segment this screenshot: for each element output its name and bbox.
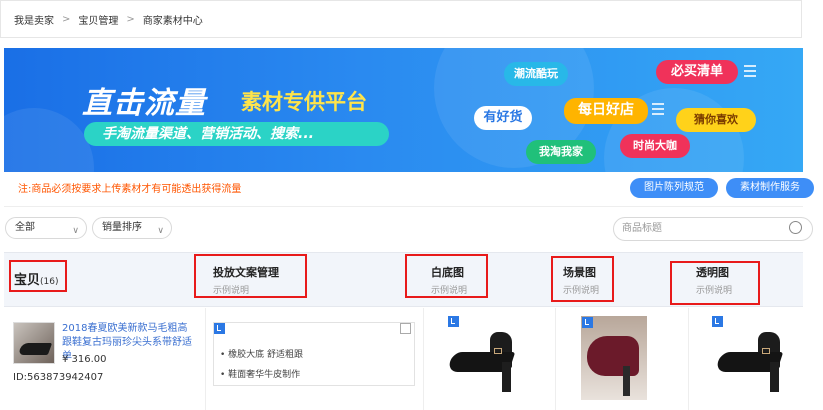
highlight-box (670, 261, 760, 305)
category-select-value: 全部 (15, 222, 35, 233)
highlight-box (194, 254, 307, 298)
banner-tag: 时尚大咖 (620, 134, 690, 158)
breadcrumb-separator: > (62, 13, 71, 25)
scene-image[interactable] (581, 316, 647, 400)
divider (4, 206, 803, 207)
sort-select-value: 销量排序 (102, 222, 142, 233)
product-thumbnail[interactable] (13, 322, 55, 364)
category-select[interactable]: 全部 ∨ (5, 217, 87, 239)
highlight-box (405, 254, 488, 298)
breadcrumb-seller[interactable]: 我是卖家 (14, 12, 54, 27)
banner-title: 直击流量 (82, 86, 206, 121)
breadcrumb-separator: > (126, 13, 135, 25)
copy-line: • 鞋面奢华牛皮制作 (220, 370, 301, 380)
banner-subtitle: 手淘流量渠道、营销活动、搜索... (84, 122, 389, 146)
banner-tag: 每日好店 (564, 98, 664, 124)
divider (555, 308, 556, 410)
product-price: ¥ 316.00 (62, 354, 107, 365)
upload-notice: 注:商品必须按要求上传素材才有可能透出获得流量 (18, 184, 242, 195)
chevron-down-icon: ∨ (72, 226, 79, 236)
search-input[interactable]: 商品标题 (613, 217, 813, 241)
banner-tag: 猜你喜欢 (676, 108, 756, 132)
banner-tag: 必买清单 (656, 60, 756, 84)
breadcrumb-items[interactable]: 宝贝管理 (78, 12, 118, 27)
corner-mark-icon (582, 317, 593, 328)
white-bg-image[interactable] (446, 322, 530, 402)
divider (423, 308, 424, 410)
sort-select[interactable]: 销量排序 ∨ (92, 217, 172, 239)
promo-banner: 直击流量 素材专供平台 手淘流量渠道、营销活动、搜索... 潮流酷玩 必买清单 … (4, 48, 803, 172)
breadcrumb: 我是卖家 > 宝贝管理 > 商家素材中心 (0, 0, 802, 38)
edit-icon[interactable] (400, 323, 411, 334)
chevron-down-icon: ∨ (157, 226, 164, 236)
banner-tag: 潮流酷玩 (504, 62, 568, 86)
transparent-image[interactable] (714, 322, 798, 402)
search-placeholder: 商品标题 (622, 223, 662, 234)
divider (688, 308, 689, 410)
corner-mark-icon (214, 323, 225, 334)
breadcrumb-current: 商家素材中心 (142, 15, 203, 27)
search-icon[interactable] (789, 221, 802, 234)
highlight-box (9, 260, 67, 292)
divider (205, 308, 206, 410)
banner-tag: 有好货 (474, 106, 532, 130)
banner-tag: 我淘我家 (526, 140, 596, 164)
pic-spec-button[interactable]: 图片陈列规范 (630, 178, 718, 198)
copy-editor[interactable]: • 橡胶大底 舒适粗跟 • 鞋面奢华牛皮制作 (213, 322, 415, 386)
highlight-box (551, 256, 614, 302)
material-service-button[interactable]: 素材制作服务 (726, 178, 814, 198)
banner-title-secondary: 素材专供平台 (241, 90, 367, 114)
copy-line: • 橡胶大底 舒适粗跟 (220, 350, 304, 360)
product-id: ID:563873942407 (13, 372, 104, 383)
